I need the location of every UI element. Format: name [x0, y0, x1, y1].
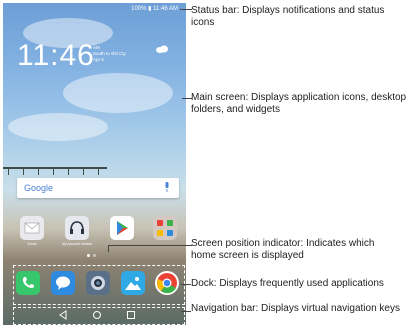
account-app[interactable]	[65, 216, 89, 240]
recents-icon[interactable]	[126, 310, 136, 320]
gallery-app[interactable]	[121, 271, 145, 295]
page-indicator-dot	[93, 254, 96, 257]
messages-icon	[56, 276, 70, 290]
gallery-icon	[125, 277, 141, 290]
messages-app[interactable]	[51, 271, 75, 295]
email-icon	[24, 222, 40, 234]
google-search-widget[interactable]: Google	[17, 178, 179, 198]
nav-leader	[181, 311, 191, 312]
camera-app[interactable]	[86, 271, 110, 295]
callout-position-indicator: Screen position indicator: Indicates whi…	[191, 238, 375, 261]
callout-status-bar: Status bar: Displays notifications and s…	[191, 5, 385, 28]
status-bar: 100% ▮ 11:46 AM	[3, 3, 186, 15]
headphones-icon	[70, 221, 84, 234]
google-logo: Google	[24, 183, 54, 193]
page-indicator-dot	[87, 254, 90, 257]
folder-icon	[157, 220, 173, 236]
clock-date: AM South to sfsl Cty Apr 5	[93, 45, 126, 62]
indicator-leader	[108, 246, 109, 252]
play-store-app[interactable]	[110, 216, 134, 240]
callout-nav-bar: Navigation bar: Displays virtual navigat…	[191, 303, 400, 314]
microphone-icon[interactable]	[164, 182, 170, 193]
camera-icon	[91, 276, 105, 290]
home-icon[interactable]	[92, 310, 102, 320]
email-label: Email	[27, 242, 37, 246]
account-label: My Account Hosted	[61, 242, 93, 246]
cloud-icon	[156, 45, 168, 53]
callout-main-screen: Main screen: Displays application icons,…	[191, 92, 407, 115]
chrome-app[interactable]	[155, 271, 179, 295]
play-store-icon	[117, 221, 128, 235]
indicator-leader-h	[108, 245, 192, 246]
phone-app[interactable]	[16, 271, 40, 295]
phone-icon	[22, 277, 34, 288]
phone-screen: 100% ▮ 11:46 AM 11:46 AM South to sfsl C…	[3, 3, 186, 325]
back-icon[interactable]	[58, 310, 68, 320]
chrome-icon	[157, 273, 177, 294]
status-text: 100% ▮ 11:46 AM	[131, 6, 178, 12]
callout-dock: Dock: Displays frequently used applicati…	[191, 278, 384, 289]
email-app[interactable]	[20, 216, 44, 240]
clock-time: 11:46	[17, 39, 95, 72]
dock-leader	[181, 284, 191, 285]
folder-app[interactable]	[153, 216, 177, 240]
pier-image	[3, 167, 107, 175]
